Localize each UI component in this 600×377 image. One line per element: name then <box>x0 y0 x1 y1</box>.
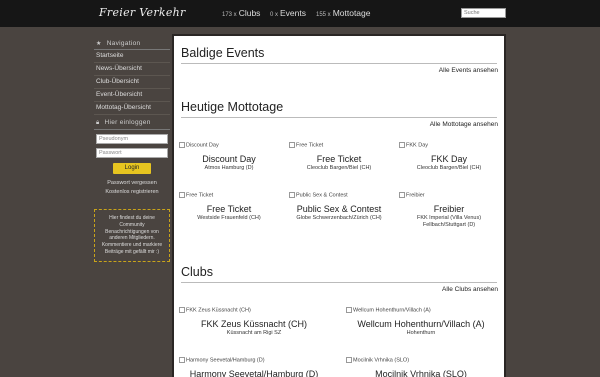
mottotag-card[interactable]: Public Sex & Contest Public Sex & Contes… <box>289 192 389 237</box>
mottotag-card[interactable]: Free Ticket Free Ticket Westside Frauenf… <box>179 192 279 237</box>
community-info-box: Hier findest du deine Community Benachri… <box>94 209 170 262</box>
password-field[interactable]: Passwort <box>96 148 168 158</box>
search-input[interactable]: Suche <box>461 8 506 18</box>
mottotag-title: Public Sex & Contest <box>296 204 382 214</box>
sidebar: ★ Navigation Startseite News-Übersicht Cl… <box>94 38 170 375</box>
clubs-count-label: Clubs <box>238 8 261 18</box>
mottotag-title: Free Ticket <box>206 204 252 214</box>
club-image: Mocilnik Vrhnika (SLO) <box>346 357 409 363</box>
mottotage-count-number: 155 x <box>316 12 331 18</box>
main-content: Baldige Events Alle Events ansehen Heuti… <box>172 34 506 377</box>
username-field[interactable]: Pseudonym <box>96 134 168 144</box>
club-image: FKK Zeus Küssnacht (CH) <box>179 307 251 313</box>
navigation-heading: ★ Navigation <box>94 38 170 50</box>
mottotag-club: Cleoclub Bargen/Biel (CH) <box>306 165 372 171</box>
mottotag-card[interactable]: Free Ticket Free Ticket Cleoclub Bargen/… <box>289 142 389 182</box>
all-clubs-link[interactable]: Alle Clubs ansehen <box>442 286 498 293</box>
club-image: Harmony Seevetal/Hamburg (D) <box>179 357 265 363</box>
club-title: FKK Zeus Küssnacht (CH) <box>200 319 308 329</box>
broken-image-icon <box>289 142 295 148</box>
mottotage-count[interactable]: 155 x Mottotage <box>316 8 371 18</box>
events-divider <box>181 63 497 64</box>
mottotag-image: Free Ticket <box>289 142 323 148</box>
club-card[interactable]: Mocilnik Vrhnika (SLO) Mocilnik Vrhnika … <box>346 357 496 377</box>
broken-image-icon <box>179 307 185 313</box>
mottotag-image: Discount Day <box>179 142 219 148</box>
mottotag-title: Freibier <box>433 204 465 214</box>
club-location: Küssnacht am Rigi SZ <box>226 330 282 336</box>
mottotag-card[interactable]: Freibier Freibier FKK Imperial (Villa Ve… <box>399 192 499 237</box>
mottotag-card[interactable]: Discount Day Discount Day Atmos Hamburg … <box>179 142 279 182</box>
top-bar: Freier Verkehr 173 x Clubs 0 x Events 155 … <box>0 0 600 27</box>
mottotag-title: FKK Day <box>430 154 467 164</box>
clubs-count[interactable]: 173 x Clubs <box>222 8 260 18</box>
clubs-count-number: 173 x <box>222 12 237 18</box>
events-title: Baldige Events <box>181 46 265 60</box>
login-button[interactable]: Login <box>113 163 151 174</box>
sidebar-item-news[interactable]: News-Übersicht <box>94 63 170 76</box>
club-location: Hohenthurn <box>406 330 436 336</box>
broken-image-icon <box>289 192 295 198</box>
all-mottotage-link[interactable]: Alle Mottotage ansehen <box>430 121 498 128</box>
club-card[interactable]: FKK Zeus Küssnacht (CH) FKK Zeus Küssnac… <box>179 307 329 347</box>
mottotage-count-label: Mottotage <box>332 8 371 18</box>
mottotag-club: FKK Imperial (Villa Venus) Fellbach/Stut… <box>416 215 482 228</box>
star-icon: ★ <box>96 41 102 47</box>
mottotag-club: Globe Schwerzenbach/Zürich (CH) <box>296 215 382 221</box>
mottotage-divider <box>181 117 497 118</box>
register-link[interactable]: Kostenlos registrieren <box>94 189 170 195</box>
mottotag-image: Free Ticket <box>179 192 213 198</box>
broken-image-icon <box>179 357 185 363</box>
club-title: Harmony Seevetal/Hamburg (D) <box>189 369 319 377</box>
clubs-divider <box>181 282 497 283</box>
club-title: Mocilnik Vrhnika (SLO) <box>375 369 467 377</box>
all-events-link[interactable]: Alle Events ansehen <box>439 67 498 74</box>
sidebar-item-clubs[interactable]: Club-Übersicht <box>94 76 170 89</box>
broken-image-icon <box>346 307 352 313</box>
lock-icon: 🔒︎ <box>96 120 100 126</box>
club-image: Wellcum Hohenthurn/Villach (A) <box>346 307 431 313</box>
mottotag-image: FKK Day <box>399 142 428 148</box>
site-logo[interactable]: Freier Verkehr <box>99 6 186 19</box>
mottotag-title: Discount Day <box>202 154 256 164</box>
mottotag-club: Atmos Hamburg (D) <box>204 165 254 171</box>
broken-image-icon <box>399 192 405 198</box>
mottotag-image: Freibier <box>399 192 425 198</box>
mottotag-club: Westside Frauenfeld (CH) <box>197 215 261 221</box>
mottotag-title: Free Ticket <box>316 154 362 164</box>
login-heading-label: Hier einloggen <box>104 119 151 126</box>
mottotag-club: Cleoclub Bargen/Biel (CH) <box>416 165 482 171</box>
sidebar-item-startseite[interactable]: Startseite <box>94 50 170 63</box>
events-count-label: Events <box>280 8 307 18</box>
mottotag-card[interactable]: FKK Day FKK Day Cleoclub Bargen/Biel (CH… <box>399 142 499 182</box>
club-title: Wellcum Hohenthurn/Villach (A) <box>357 319 485 329</box>
broken-image-icon <box>399 142 405 148</box>
events-count[interactable]: 0 x Events <box>270 8 306 18</box>
events-count-number: 0 x <box>270 12 279 18</box>
club-card[interactable]: Wellcum Hohenthurn/Villach (A) Wellcum H… <box>346 307 496 347</box>
sidebar-item-events[interactable]: Event-Übersicht <box>94 89 170 102</box>
broken-image-icon <box>346 357 352 363</box>
login-heading: 🔒︎ Hier einloggen <box>94 117 170 130</box>
broken-image-icon <box>179 142 185 148</box>
navigation-heading-label: Navigation <box>106 40 141 47</box>
sidebar-item-mottotage[interactable]: Mottotag-Übersicht <box>94 102 170 115</box>
mottotag-image: Public Sex & Contest <box>289 192 348 198</box>
mottotage-title: Heutige Mottotage <box>181 100 284 114</box>
broken-image-icon <box>179 192 185 198</box>
clubs-title: Clubs <box>181 265 213 279</box>
forgot-password-link[interactable]: Passwort vergessen <box>94 180 170 186</box>
club-card[interactable]: Harmony Seevetal/Hamburg (D) Harmony See… <box>179 357 329 377</box>
